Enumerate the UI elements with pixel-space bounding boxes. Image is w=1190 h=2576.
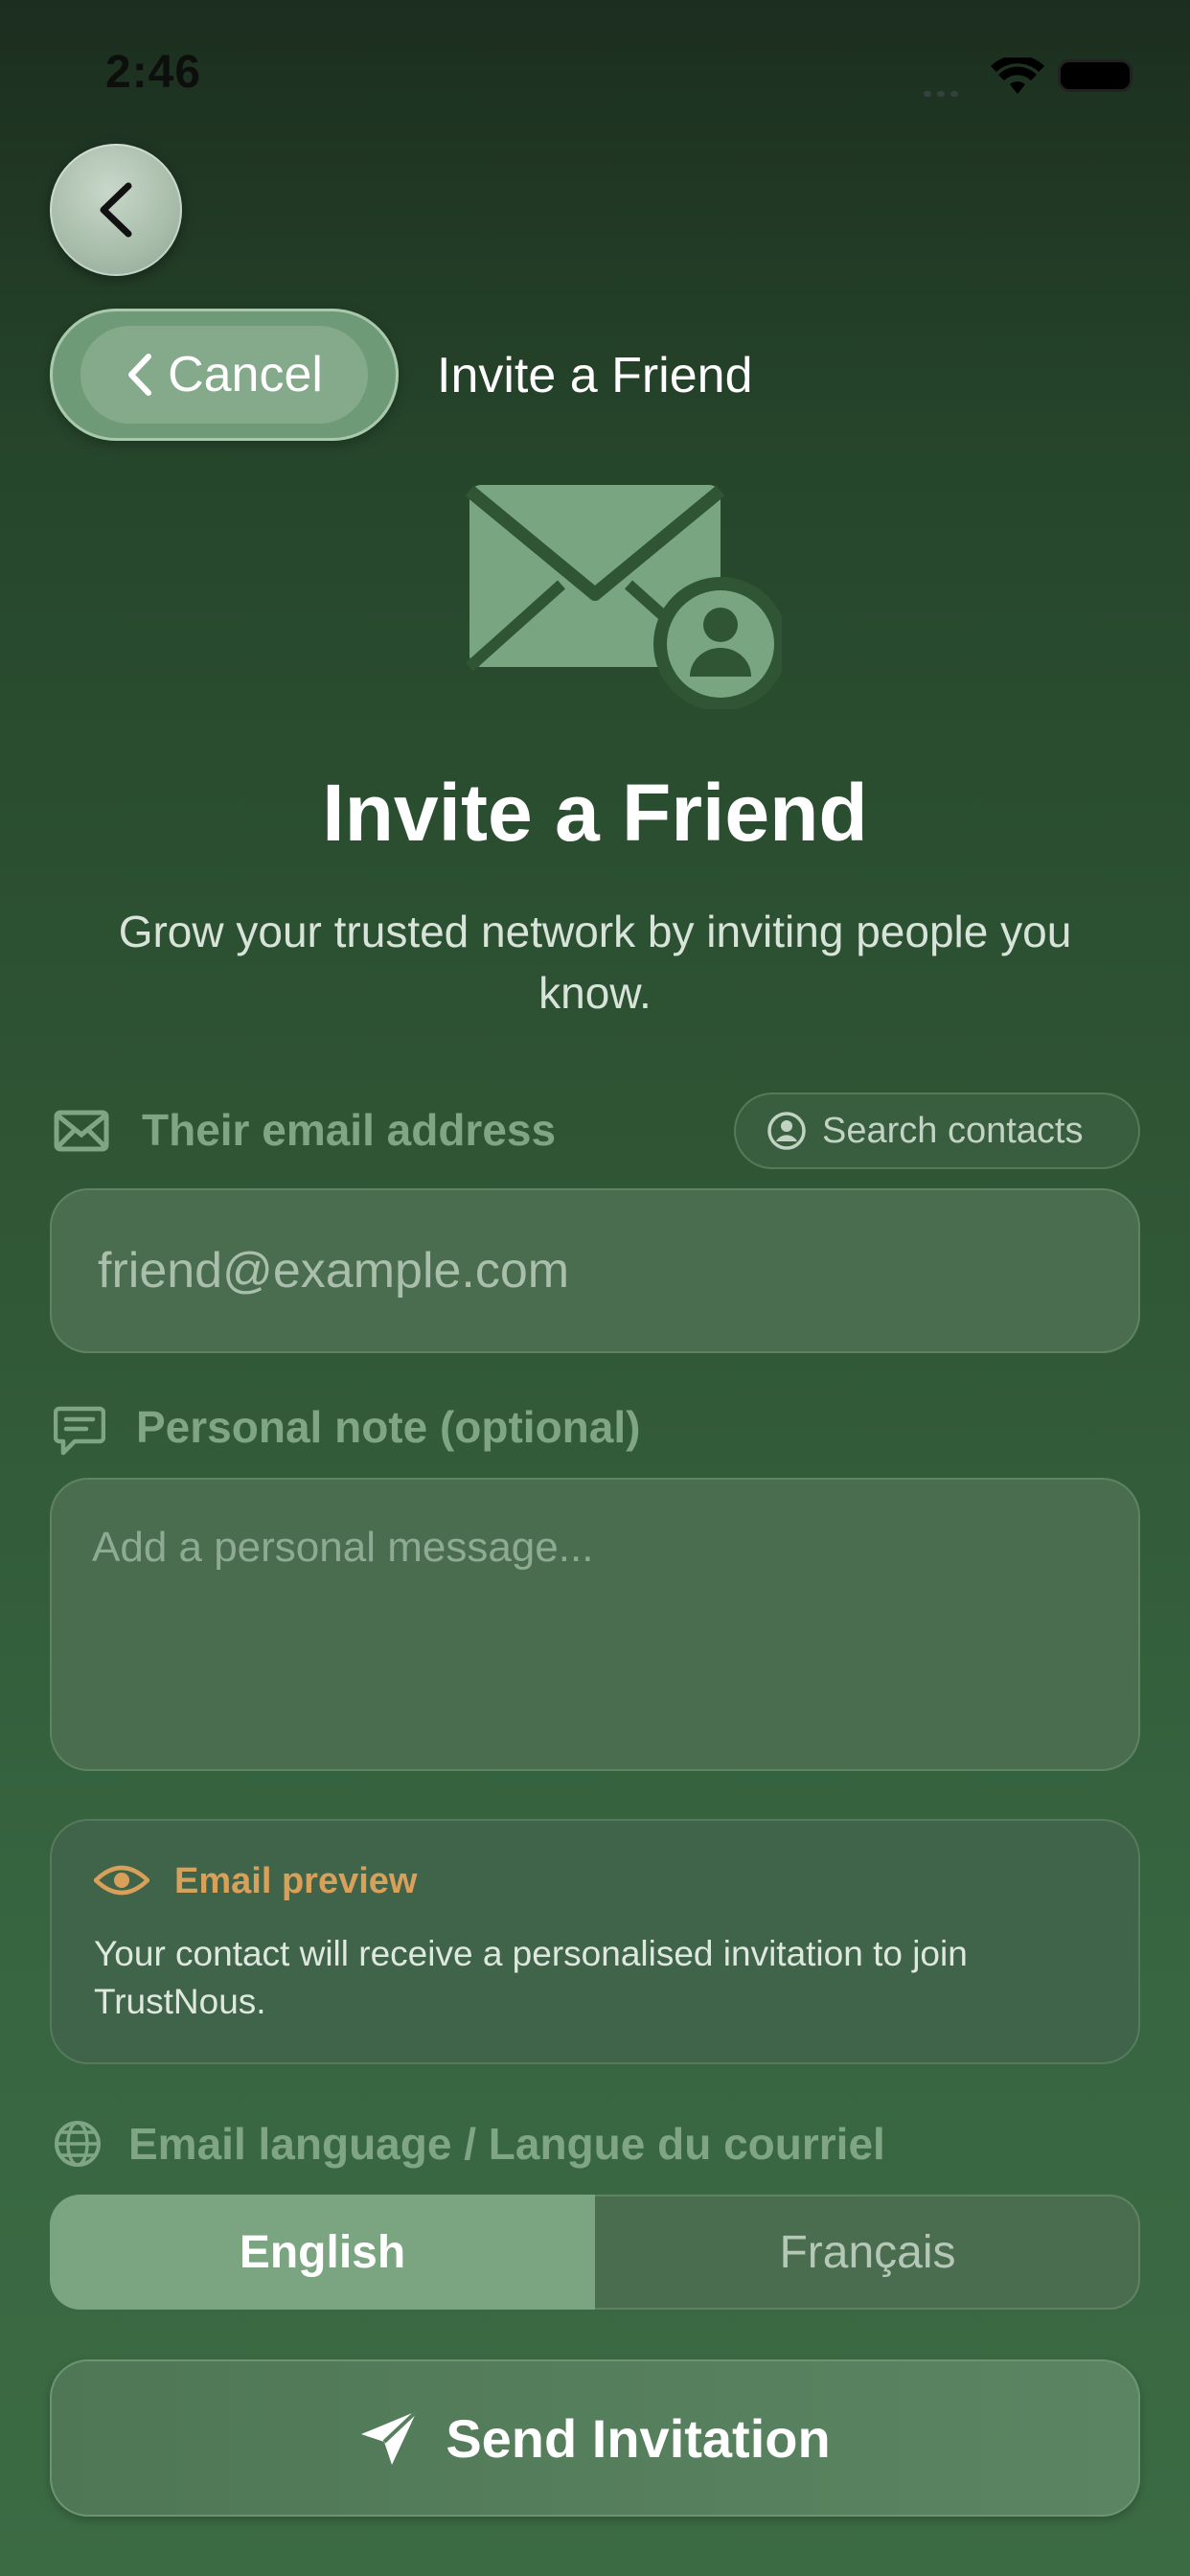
cellular-signal-icon (924, 84, 975, 97)
paper-plane-icon (361, 2409, 419, 2465)
wifi-icon (991, 58, 1044, 94)
email-preview-card: Email preview Your contact will receive … (50, 1819, 1140, 2064)
chevron-left-icon (128, 354, 152, 396)
globe-icon (55, 2121, 101, 2167)
send-invitation-label: Send Invitation (446, 2407, 831, 2469)
language-option-french[interactable]: Français (595, 2195, 1140, 2310)
note-textarea[interactable]: Add a personal message... (50, 1478, 1140, 1771)
email-label: Their email address (142, 1105, 557, 1155)
language-label: Email language / Langue du courriel (128, 2119, 885, 2169)
preview-body: Your contact will receive a personalised… (94, 1934, 968, 2021)
hero-subtitle: Grow your trusted network by inviting pe… (118, 907, 1072, 1018)
status-time: 2:46 (105, 47, 202, 98)
cancel-label: Cancel (168, 347, 323, 402)
note-label: Personal note (optional) (136, 1402, 641, 1452)
email-input[interactable]: friend@example.com (50, 1188, 1140, 1353)
person-circle-icon (767, 1112, 806, 1150)
envelope-person-icon (466, 485, 782, 709)
cancel-button-inner[interactable]: Cancel (80, 326, 368, 424)
chevron-left-icon (100, 182, 132, 238)
battery-icon (1058, 59, 1133, 92)
language-option-english[interactable]: English (50, 2195, 595, 2310)
nav-title: Invite a Friend (437, 348, 753, 403)
eye-icon (94, 1865, 149, 1896)
preview-title: Email preview (174, 1861, 418, 1901)
search-contacts-label: Search contacts (822, 1110, 1084, 1151)
envelope-icon (54, 1110, 109, 1152)
back-button[interactable] (50, 144, 182, 276)
message-icon (54, 1406, 105, 1456)
cancel-button[interactable]: Cancel (50, 309, 399, 441)
language-segmented-control: English Français (50, 2195, 1140, 2310)
send-invitation-button[interactable]: Send Invitation (50, 2359, 1140, 2517)
hero-title: Invite a Friend (322, 768, 868, 858)
search-contacts-button[interactable]: Search contacts (734, 1092, 1140, 1169)
